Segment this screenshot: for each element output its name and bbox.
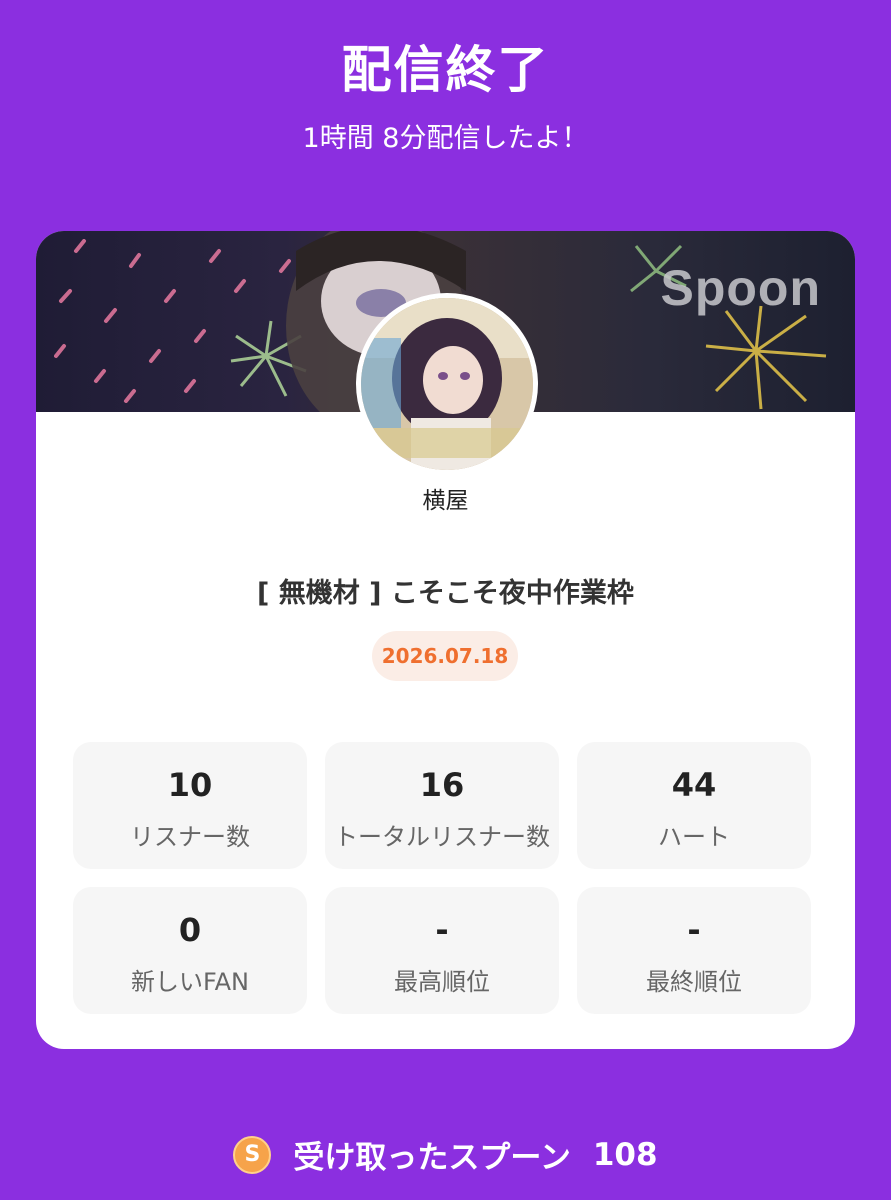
stat-new-fans: 0 新しいFAN xyxy=(73,887,307,1014)
stat-value: - xyxy=(687,911,701,949)
received-spoons-label: 受け取ったスプーン xyxy=(293,1140,571,1176)
stat-label: リスナー数 xyxy=(130,823,250,851)
broadcast-duration: 1時間 8分配信したよ！ xyxy=(302,123,589,154)
stat-total-listeners: 16 トータルリスナー数 xyxy=(325,742,559,869)
stat-hearts: 44 ハート xyxy=(577,742,811,869)
stat-value: 44 xyxy=(671,766,717,804)
stat-value: - xyxy=(435,911,449,949)
avatar xyxy=(356,293,538,475)
stat-label: 最終順位 xyxy=(646,968,742,996)
stat-label: 新しいFAN xyxy=(131,968,249,996)
stat-highest-rank: - 最高順位 xyxy=(325,887,559,1014)
username: 横屋 xyxy=(422,488,469,514)
summary-card: Spoon 横屋 [ 無機材 ] こそこそ夜中作業枠 2026.07.18 10… xyxy=(36,231,855,1049)
stat-value: 10 xyxy=(167,766,213,804)
stat-final-rank: - 最終順位 xyxy=(577,887,811,1014)
date-badge: 2026.07.18 xyxy=(372,631,518,681)
spoon-coin-icon: S xyxy=(233,1135,272,1174)
stat-label: トータルリスナー数 xyxy=(334,823,550,851)
stat-label: 最高順位 xyxy=(394,968,490,996)
stat-listeners: 10 リスナー数 xyxy=(73,742,307,869)
stat-label: ハート xyxy=(658,823,730,851)
stat-value: 0 xyxy=(178,911,202,949)
received-spoons-count: 108 xyxy=(592,1136,658,1173)
page-title: 配信終了 xyxy=(341,41,550,99)
received-spoons: S 受け取ったスプーン 108 xyxy=(0,1132,891,1182)
spoon-logo: Spoon xyxy=(660,260,821,316)
live-title: [ 無機材 ] こそこそ夜中作業枠 xyxy=(257,578,634,609)
stat-value: 16 xyxy=(419,766,465,804)
